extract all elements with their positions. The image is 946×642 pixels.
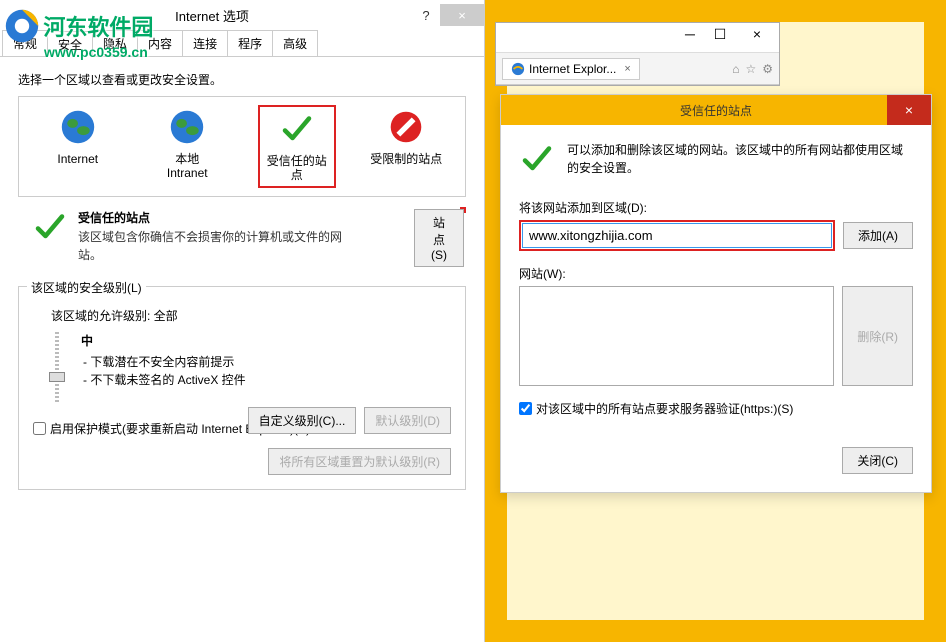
tab-内容[interactable]: 内容 bbox=[137, 30, 183, 56]
level-line-2: - 不下载未签名的 ActiveX 控件 bbox=[83, 371, 451, 389]
trusted-title-text: 受信任的站点 bbox=[680, 102, 752, 119]
https-label: 对该区域中的所有站点要求服务器验证(https:)(S) bbox=[536, 400, 793, 417]
level-name: 中 bbox=[81, 332, 451, 349]
check-icon bbox=[519, 141, 555, 177]
tab-高级[interactable]: 高级 bbox=[272, 30, 318, 56]
zone-select-label: 选择一个区域以查看或更改安全设置。 bbox=[18, 71, 466, 88]
level-line-1: - 下载潜在不安全内容前提示 bbox=[83, 353, 451, 371]
websites-listbox[interactable] bbox=[519, 286, 834, 386]
add-site-input[interactable] bbox=[522, 223, 832, 248]
trusted-titlebar: 受信任的站点 × bbox=[501, 95, 931, 125]
ie-browser-window: ─ ☐ × Internet Explor... × ⌂ ☆ ⚙ bbox=[495, 22, 780, 86]
add-site-label: 将该网站添加到区域(D): bbox=[519, 199, 913, 216]
tab-常规[interactable]: 常规 bbox=[2, 30, 48, 56]
sites-button-highlight: 站点(S) bbox=[460, 207, 466, 213]
reset-all-button[interactable]: 将所有区域重置为默认级别(R) bbox=[268, 448, 451, 475]
titlebar: Internet 选项 ? × bbox=[0, 0, 484, 30]
internet-options-dialog: Internet 选项 ? × 常规安全隐私内容连接程序高级 选择一个区域以查看… bbox=[0, 0, 485, 642]
protected-mode-checkbox[interactable] bbox=[33, 422, 46, 435]
websites-label: 网站(W): bbox=[519, 265, 913, 282]
minimize-button[interactable]: ─ bbox=[675, 23, 705, 45]
favorites-icon[interactable]: ☆ bbox=[745, 62, 756, 76]
help-button[interactable]: ? bbox=[412, 4, 440, 26]
tab-安全[interactable]: 安全 bbox=[47, 31, 93, 57]
maximize-button[interactable]: ☐ bbox=[705, 23, 735, 45]
tab-close-icon[interactable]: × bbox=[624, 63, 630, 75]
ie-titlebar: ─ ☐ × bbox=[496, 23, 779, 53]
add-button[interactable]: 添加(A) bbox=[843, 222, 913, 249]
ie-tab-row: Internet Explor... × ⌂ ☆ ⚙ bbox=[496, 53, 779, 85]
tab-隐私[interactable]: 隐私 bbox=[92, 30, 138, 56]
dialog-title: Internet 选项 bbox=[12, 6, 412, 25]
close-button[interactable]: × bbox=[735, 23, 779, 45]
trusted-message: 可以添加和删除该区域的网站。该区域中的所有网站都使用区域的安全设置。 bbox=[567, 141, 913, 177]
gear-icon[interactable]: ⚙ bbox=[762, 62, 773, 76]
browser-tab[interactable]: Internet Explor... × bbox=[502, 58, 640, 80]
zone-受限制的站点[interactable]: 受限制的站点 bbox=[367, 105, 445, 188]
custom-level-button[interactable]: 自定义级别(C)... bbox=[248, 407, 357, 434]
zone-受信任的站点[interactable]: 受信任的站点 bbox=[258, 105, 336, 188]
https-checkbox[interactable] bbox=[519, 402, 532, 415]
tab-title: Internet Explor... bbox=[529, 62, 616, 76]
tab-连接[interactable]: 连接 bbox=[182, 30, 228, 56]
allow-level-label: 该区域的允许级别: 全部 bbox=[51, 307, 451, 324]
zone-desc-title: 受信任的站点 bbox=[78, 209, 466, 226]
zone-description: 受信任的站点 该区域包含你确信不会损害你的计算机或文件的网站。 站点(S) bbox=[18, 209, 466, 264]
close-button[interactable]: × bbox=[440, 4, 484, 26]
tab-程序[interactable]: 程序 bbox=[227, 30, 273, 56]
security-level-legend: 该区域的安全级别(L) bbox=[27, 279, 146, 296]
security-slider[interactable] bbox=[47, 332, 67, 402]
ie-icon bbox=[511, 62, 525, 76]
remove-button[interactable]: 删除(R) bbox=[842, 286, 913, 386]
tab-strip: 常规安全隐私内容连接程序高级 bbox=[0, 30, 484, 57]
default-level-button[interactable]: 默认级别(D) bbox=[364, 407, 451, 434]
trusted-sites-dialog: 受信任的站点 × 可以添加和删除该区域的网站。该区域中的所有网站都使用区域的安全… bbox=[500, 94, 932, 493]
add-input-highlight bbox=[519, 220, 835, 251]
zone-desc-text: 该区域包含你确信不会损害你的计算机或文件的网站。 bbox=[78, 228, 358, 264]
zone-Internet[interactable]: Internet bbox=[39, 105, 117, 188]
home-icon[interactable]: ⌂ bbox=[732, 62, 739, 76]
zone-本地Intranet[interactable]: 本地Intranet bbox=[148, 105, 226, 188]
close-button[interactable]: × bbox=[887, 95, 931, 125]
close-dialog-button[interactable]: 关闭(C) bbox=[842, 447, 913, 474]
check-icon bbox=[32, 209, 68, 245]
security-level-fieldset: 该区域的安全级别(L) 该区域的允许级别: 全部 中 - 下载潜在不安全内容前提… bbox=[18, 286, 466, 490]
sites-button[interactable]: 站点(S) bbox=[414, 209, 464, 267]
zone-list: Internet 本地Intranet 受信任的站点受限制的站点 bbox=[18, 96, 466, 197]
